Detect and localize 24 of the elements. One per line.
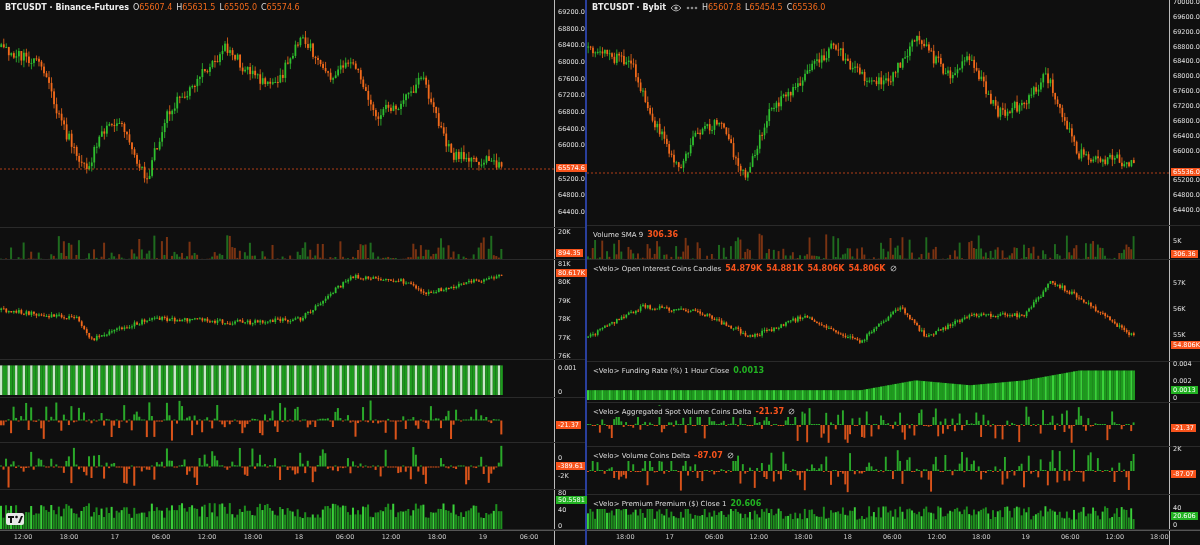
ohlc-reading: L65505.0 [219, 3, 257, 12]
indicator-value: 54.806K [807, 264, 845, 273]
ohlc-reading: L65454.5 [745, 3, 783, 12]
ohlc-reading: O65607.4 [132, 3, 173, 12]
symbol-title: BTCUSDT · Bybit [592, 3, 666, 12]
indicator-value: 54.881K [766, 264, 804, 273]
more-icon[interactable] [686, 5, 698, 10]
indicator-value: 306.36 [647, 230, 679, 239]
settings-icon[interactable] [889, 265, 897, 272]
indicator-value: -21.37 [755, 407, 785, 416]
ohlc-reading: C65536.0 [786, 3, 826, 12]
indicator-value: 54.806K [848, 264, 886, 273]
symbol-title: BTCUSDT · Binance-Futures [5, 3, 129, 12]
ohlc-reading: C65574.6 [261, 3, 300, 12]
settings-icon[interactable] [788, 408, 796, 415]
settings-icon[interactable] [726, 452, 734, 459]
logo-icon[interactable] [6, 513, 24, 525]
ohlc-reading: H65631.5 [176, 3, 216, 12]
indicator-value: 0.0013 [733, 366, 765, 375]
eye-icon[interactable] [670, 3, 682, 12]
indicator-value: 54.879K [725, 264, 763, 273]
ohlc-reading: H65607.8 [702, 3, 742, 12]
indicator-value: -87.07 [694, 451, 723, 460]
indicator-value: 20.606 [730, 499, 762, 508]
